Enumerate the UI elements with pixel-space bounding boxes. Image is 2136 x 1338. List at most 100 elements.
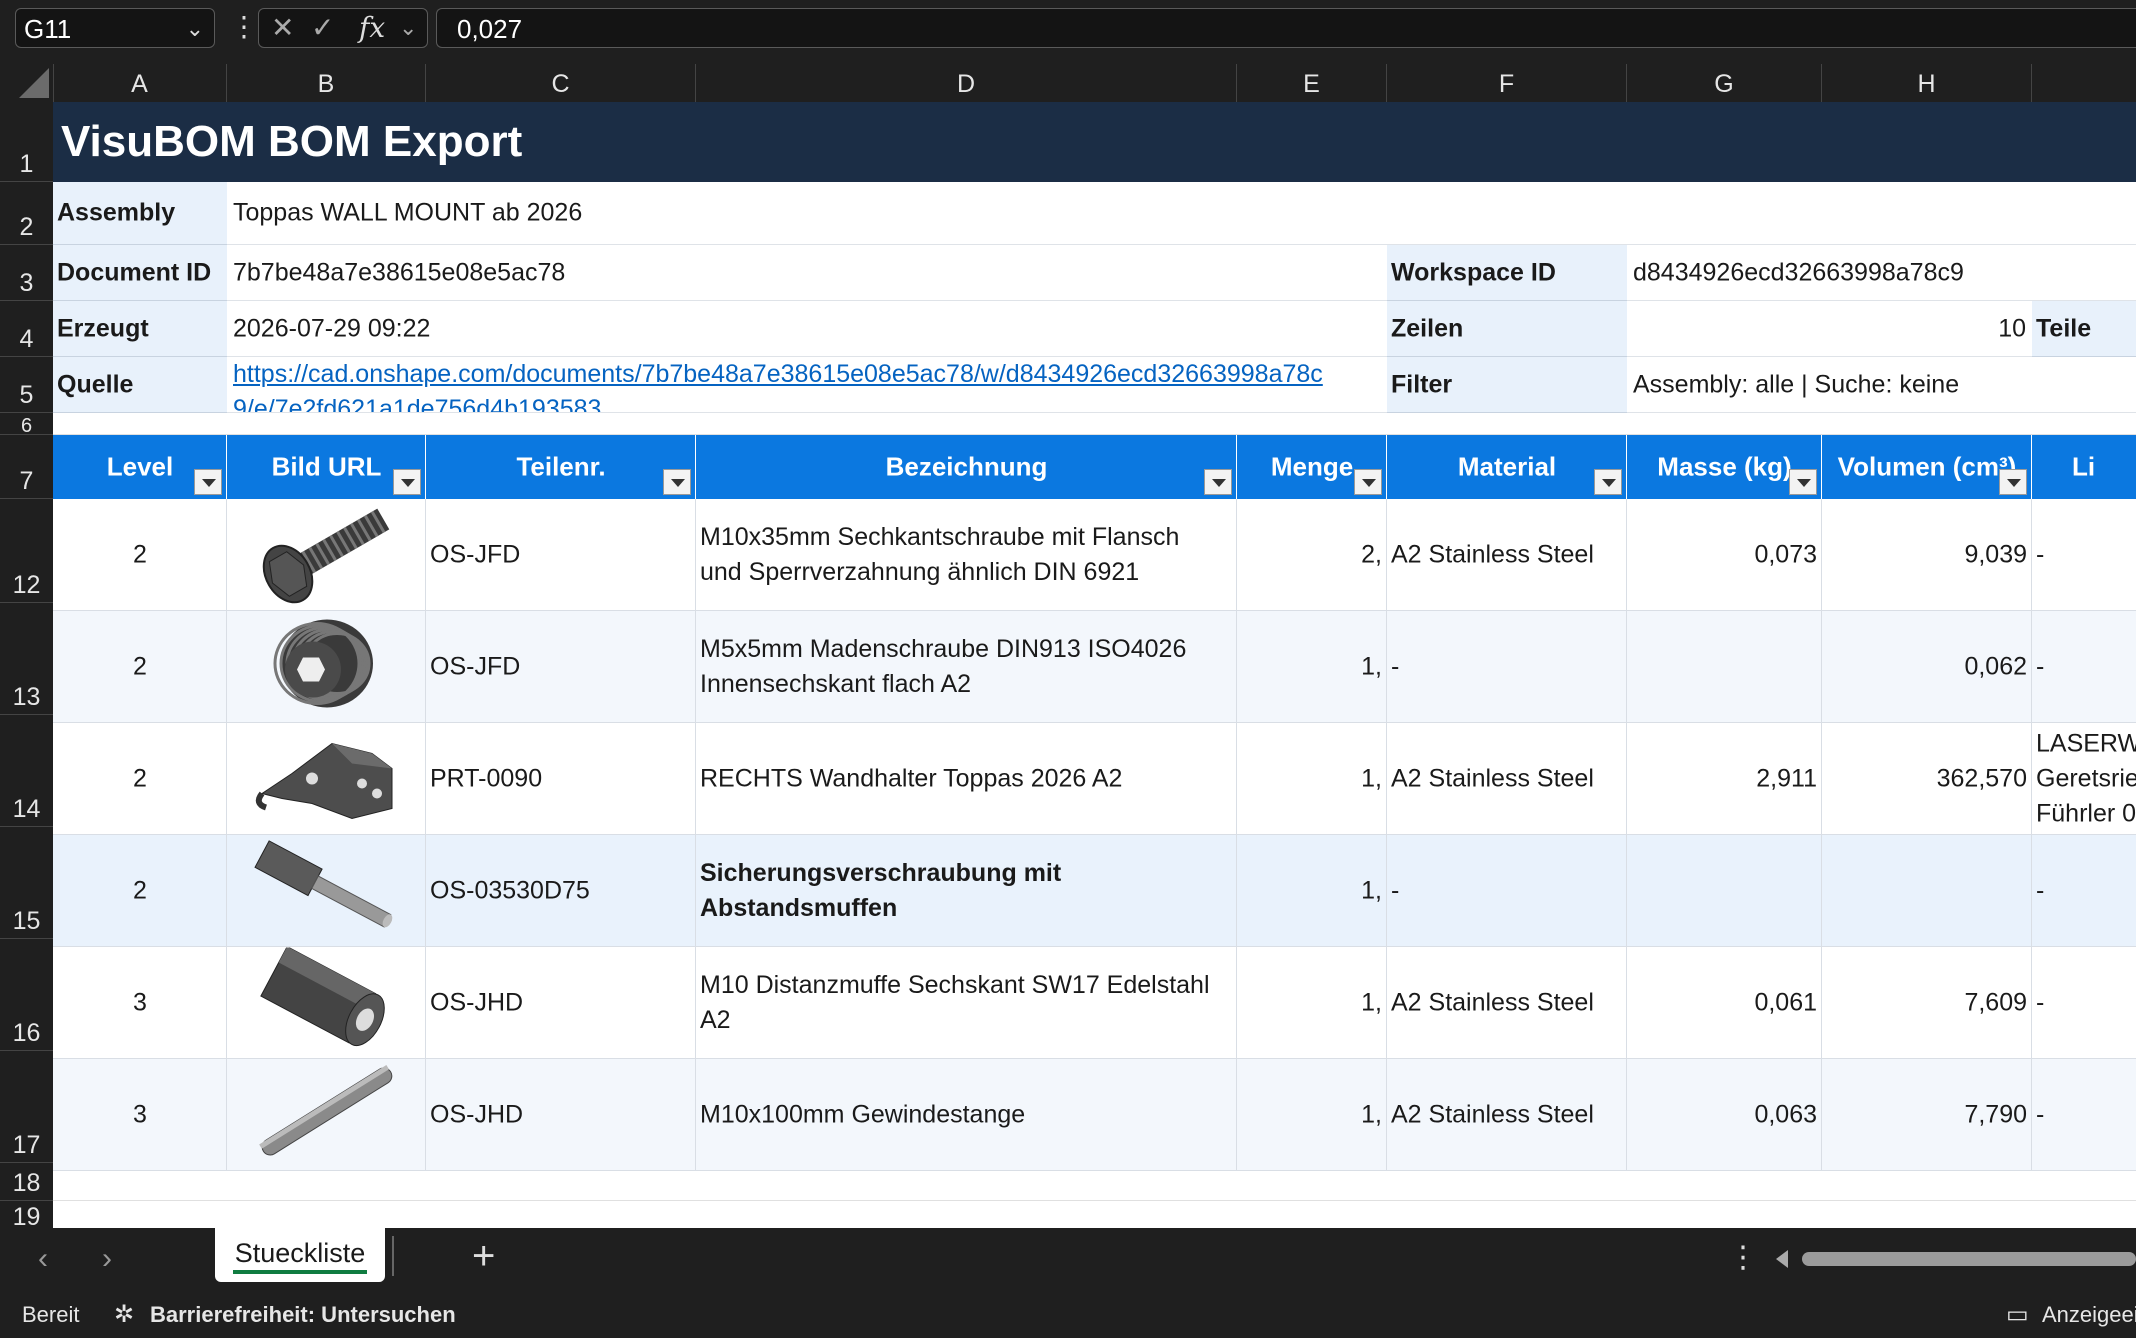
cell-description[interactable]: RECHTS Wandhalter Toppas 2026 A2 — [696, 723, 1237, 835]
assembly-value-cell[interactable]: Toppas WALL MOUNT ab 2026 — [227, 182, 2136, 245]
column-header-b[interactable]: B — [227, 64, 426, 102]
row-header[interactable]: 15 — [0, 827, 53, 939]
source-link[interactable]: https://cad.onshape.com/documents/7b7be4… — [233, 357, 1323, 412]
filter-dropdown-icon[interactable] — [1789, 469, 1817, 495]
cell-mass[interactable]: 0,073 — [1627, 499, 1822, 611]
rows-value-cell[interactable]: 10 — [1627, 301, 2032, 357]
cell-volume[interactable]: 9,039 — [1822, 499, 2032, 611]
cell-extra[interactable]: - — [2032, 1059, 2136, 1171]
cell-description[interactable]: M10 Distanzmuffe Sechskant SW17 Edelstah… — [696, 947, 1237, 1059]
cell-extra[interactable]: - — [2032, 611, 2136, 723]
header-mass[interactable]: Masse (kg) — [1627, 435, 1822, 499]
cell-mass[interactable]: 0,061 — [1627, 947, 1822, 1059]
created-label-cell[interactable]: Erzeugt — [53, 301, 227, 357]
cell-volume[interactable]: 362,570 — [1822, 723, 2032, 835]
workspace-id-label-cell[interactable]: Workspace ID — [1387, 245, 1627, 301]
cell-image[interactable] — [227, 835, 426, 947]
document-id-value-cell[interactable]: 7b7be48a7e38615e08e5ac78 — [227, 245, 1387, 301]
filter-dropdown-icon[interactable] — [1354, 469, 1382, 495]
cell-extra[interactable]: - — [2032, 835, 2136, 947]
header-extra[interactable]: Li — [2032, 435, 2136, 499]
column-header-d[interactable]: D — [696, 64, 1237, 102]
sheet-tab-stueckliste[interactable]: Stueckliste — [215, 1228, 385, 1282]
cell-volume[interactable] — [1822, 835, 2032, 947]
filter-value-cell[interactable]: Assembly: alle | Suche: keine — [1627, 357, 2136, 413]
column-header-h[interactable]: H — [1822, 64, 2032, 102]
parts-label-cell[interactable]: Teile — [2032, 301, 2136, 357]
cancel-icon[interactable]: ✕ — [271, 11, 294, 44]
header-description[interactable]: Bezeichnung — [696, 435, 1237, 499]
cell-extra[interactable]: LASERW Geretsrie Führler 0 — [2032, 723, 2136, 835]
cell-mass[interactable] — [1627, 835, 1822, 947]
cell-image[interactable] — [227, 1059, 426, 1171]
created-value-cell[interactable]: 2026-07-29 09:22 — [227, 301, 1387, 357]
more-vertical-icon[interactable]: ⋮ — [1728, 1240, 1758, 1275]
cell-level[interactable]: 2 — [53, 835, 227, 947]
column-header-c[interactable]: C — [426, 64, 696, 102]
display-settings-icon[interactable]: ▭ — [2006, 1300, 2029, 1329]
row-header[interactable]: 14 — [0, 715, 53, 827]
filter-dropdown-icon[interactable] — [663, 469, 691, 495]
cell-mass[interactable]: 0,063 — [1627, 1059, 1822, 1171]
cell-volume[interactable]: 0,062 — [1822, 611, 2032, 723]
cell-quantity[interactable]: 2, — [1237, 499, 1387, 611]
cell-material[interactable]: A2 Stainless Steel — [1387, 1059, 1627, 1171]
scroll-left-icon[interactable] — [1776, 1250, 1788, 1268]
row-header[interactable]: 7 — [0, 435, 53, 499]
horizontal-scrollbar[interactable] — [1776, 1246, 2136, 1272]
cell-material[interactable]: A2 Stainless Steel — [1387, 947, 1627, 1059]
row-header[interactable]: 6 — [0, 413, 53, 437]
add-sheet-icon[interactable]: + — [472, 1234, 495, 1279]
cell-extra[interactable]: - — [2032, 947, 2136, 1059]
cell-volume[interactable]: 7,609 — [1822, 947, 2032, 1059]
cell-part-number[interactable]: OS-JHD — [426, 947, 696, 1059]
row-header[interactable]: 5 — [0, 357, 53, 413]
header-level[interactable]: Level — [53, 435, 227, 499]
cell-material[interactable]: - — [1387, 835, 1627, 947]
cell-quantity[interactable]: 1, — [1237, 1059, 1387, 1171]
cell-image[interactable] — [227, 723, 426, 835]
row-header[interactable]: 16 — [0, 939, 53, 1051]
cell-part-number[interactable]: OS-JHD — [426, 1059, 696, 1171]
chevron-right-icon[interactable]: › — [102, 1242, 112, 1276]
filter-dropdown-icon[interactable] — [393, 469, 421, 495]
workspace-id-value-cell[interactable]: d8434926ecd32663998a78c9 — [1627, 245, 2136, 301]
cell-description[interactable]: Sicherungsverschraubung mit Abstandsmuffe… — [696, 835, 1237, 947]
cell-description[interactable]: M10x100mm Gewindestange — [696, 1059, 1237, 1171]
chevron-left-icon[interactable]: ‹ — [38, 1242, 48, 1276]
row-header[interactable]: 17 — [0, 1051, 53, 1163]
worksheet-grid[interactable]: VisuBOM BOM Export Assembly Toppas WALL … — [53, 102, 2136, 1228]
column-header-a[interactable]: A — [53, 64, 227, 102]
cell-image[interactable] — [227, 499, 426, 611]
cell-level[interactable]: 3 — [53, 947, 227, 1059]
cell-mass[interactable]: 2,911 — [1627, 723, 1822, 835]
chevron-down-icon[interactable]: ⌄ — [399, 15, 417, 41]
chevron-down-icon[interactable]: ⌄ — [186, 9, 204, 49]
scrollbar-thumb[interactable] — [1802, 1252, 2136, 1266]
filter-dropdown-icon[interactable] — [1999, 469, 2027, 495]
column-header-i[interactable] — [2032, 64, 2136, 102]
cell-quantity[interactable]: 1, — [1237, 835, 1387, 947]
formula-input[interactable]: 0,027 — [436, 8, 2136, 48]
fx-icon[interactable]: fx — [359, 11, 385, 44]
cell-description[interactable]: M5x5mm Madenschraube DIN913 ISO4026 Innen… — [696, 611, 1237, 723]
cell-level[interactable]: 2 — [53, 723, 227, 835]
row-header[interactable]: 13 — [0, 603, 53, 715]
cell-part-number[interactable]: OS-JFD — [426, 499, 696, 611]
cell-level[interactable]: 3 — [53, 1059, 227, 1171]
empty-row[interactable] — [53, 1163, 2136, 1201]
select-all-corner[interactable] — [0, 64, 54, 102]
row-header[interactable]: 2 — [0, 182, 53, 245]
cell-material[interactable]: A2 Stainless Steel — [1387, 723, 1627, 835]
filter-label-cell[interactable]: Filter — [1387, 357, 1627, 413]
more-vertical-icon[interactable]: ⋮ — [230, 10, 258, 43]
cell-quantity[interactable]: 1, — [1237, 611, 1387, 723]
row-header[interactable]: 19 — [0, 1201, 53, 1231]
cell-extra[interactable]: - — [2032, 499, 2136, 611]
cell-part-number[interactable]: PRT-0090 — [426, 723, 696, 835]
assembly-label-cell[interactable]: Assembly — [53, 182, 227, 245]
accessibility-icon[interactable]: ✲ — [114, 1300, 134, 1329]
row-header[interactable]: 18 — [0, 1163, 53, 1201]
cell-level[interactable]: 2 — [53, 611, 227, 723]
cell-description[interactable]: M10x35mm Sechkantschraube mit Flansch und… — [696, 499, 1237, 611]
